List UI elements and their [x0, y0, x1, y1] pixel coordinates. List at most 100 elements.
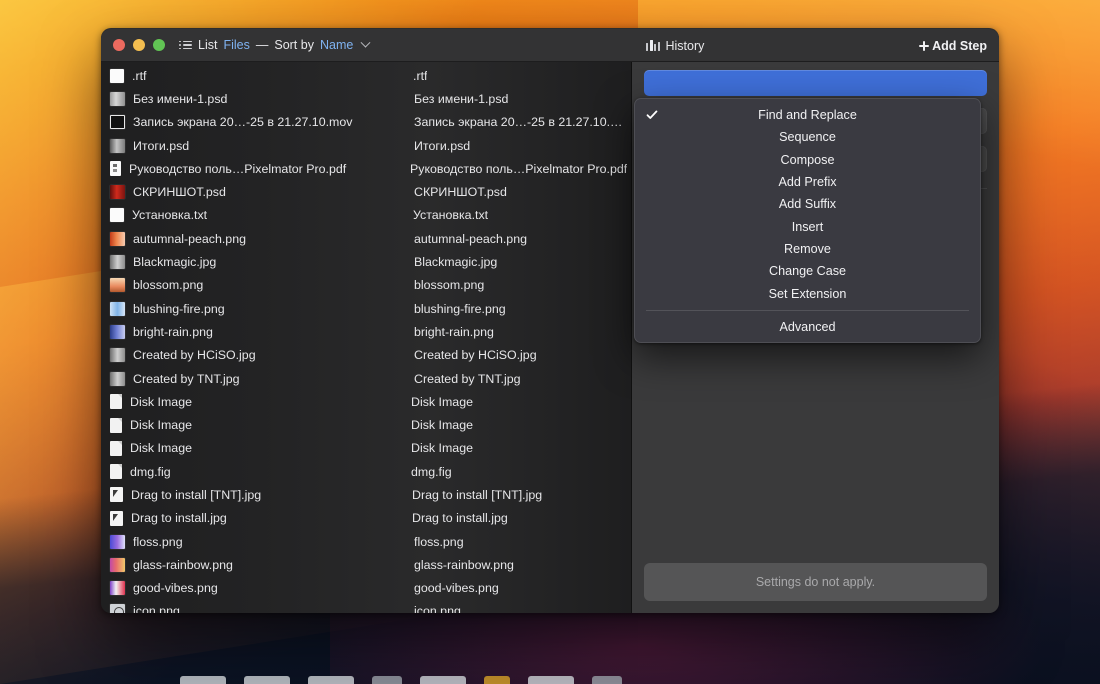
chevron-down-icon[interactable] — [361, 37, 371, 47]
file-row[interactable]: Disk ImageDisk Image — [101, 390, 631, 413]
menu-item-add-suffix[interactable]: Add Suffix — [635, 193, 980, 215]
menu-item-compose[interactable]: Compose — [635, 149, 980, 171]
file-list[interactable]: .rtf.rtfБез имени-1.psdБез имени-1.psdЗа… — [101, 62, 631, 613]
file-original-name: dmg.fig — [130, 465, 411, 479]
file-row[interactable]: Руководство поль…Pixelmator Pro.pdfРуков… — [101, 157, 631, 180]
file-renamed-name: blushing-fire.png — [414, 302, 506, 316]
title-sort-value[interactable]: Name — [320, 38, 353, 52]
menu-item-sequence[interactable]: Sequence — [635, 126, 980, 148]
file-row[interactable]: dmg.figdmg.fig — [101, 460, 631, 483]
file-row[interactable]: Created by HCiSO.jpgCreated by HCiSO.jpg — [101, 344, 631, 367]
file-row[interactable]: Blackmagic.jpgBlackmagic.jpg — [101, 250, 631, 273]
file-renamed-name: Created by HCiSO.jpg — [414, 348, 537, 362]
minimize-button[interactable] — [133, 39, 145, 51]
file-renamed-name: Установка.txt — [413, 208, 488, 222]
file-thumbnail-icon — [110, 464, 122, 479]
menu-item-remove[interactable]: Remove — [635, 238, 980, 260]
file-renamed-name: .rtf — [413, 69, 427, 83]
file-renamed-name: Drag to install.jpg — [412, 511, 508, 525]
dock-item[interactable] — [244, 676, 290, 684]
file-original-name: Created by HCiSO.jpg — [133, 348, 414, 362]
file-thumbnail-icon — [110, 372, 125, 386]
desktop: List Files — Sort by Name History Add St… — [0, 0, 1100, 684]
file-row[interactable]: blossom.pngblossom.png — [101, 274, 631, 297]
file-renamed-name: autumnal-peach.png — [414, 232, 527, 246]
dock-item[interactable] — [372, 676, 402, 684]
file-renamed-name: glass-rainbow.png — [414, 558, 514, 572]
file-row[interactable]: .rtf.rtf — [101, 64, 631, 87]
dock-item[interactable] — [180, 676, 226, 684]
file-row[interactable]: Без имени-1.psdБез имени-1.psd — [101, 87, 631, 110]
file-renamed-name: Запись экрана 20…-25 в 21.27.10.mov — [414, 115, 631, 129]
traffic-lights — [101, 39, 165, 51]
file-original-name: Disk Image — [130, 441, 411, 455]
title-list-label: List — [198, 38, 217, 52]
title-sort-label: Sort by — [274, 38, 314, 52]
dock-item[interactable] — [308, 676, 354, 684]
title-files-link[interactable]: Files — [223, 38, 249, 52]
file-row[interactable]: glass-rainbow.pngglass-rainbow.png — [101, 553, 631, 576]
menu-item-set-extension[interactable]: Set Extension — [635, 282, 980, 304]
step-type-popup-menu[interactable]: Find and Replace Sequence ComposeAdd Prefi… — [634, 98, 981, 343]
dock-item[interactable] — [420, 676, 466, 684]
add-step-button[interactable]: Add Step — [919, 39, 987, 53]
add-step-label: Add Step — [932, 39, 987, 53]
file-row[interactable]: Disk ImageDisk Image — [101, 437, 631, 460]
file-row[interactable]: blushing-fire.pngblushing-fire.png — [101, 297, 631, 320]
menu-item-label: Insert — [792, 220, 824, 234]
file-thumbnail-icon — [110, 511, 123, 526]
file-renamed-name: Disk Image — [411, 418, 473, 432]
file-thumbnail-icon — [110, 139, 125, 153]
file-row[interactable]: Disk ImageDisk Image — [101, 413, 631, 436]
file-renamed-name: СКРИНШОТ.psd — [414, 185, 507, 199]
file-row[interactable]: floss.pngfloss.png — [101, 530, 631, 553]
close-button[interactable] — [113, 39, 125, 51]
plus-icon — [919, 41, 929, 51]
file-row[interactable]: Drag to install [TNT].jpgDrag to install… — [101, 483, 631, 506]
file-original-name: Руководство поль…Pixelmator Pro.pdf — [129, 162, 410, 176]
step-type-select[interactable] — [644, 70, 987, 96]
file-row[interactable]: Запись экрана 20…-25 в 21.27.10.movЗапис… — [101, 111, 631, 134]
file-renamed-name: Итоги.psd — [414, 139, 470, 153]
file-thumbnail-icon — [110, 581, 125, 595]
file-original-name: good-vibes.png — [133, 581, 414, 595]
menu-item-advanced[interactable]: Advanced — [635, 316, 980, 338]
history-button[interactable]: History — [646, 39, 704, 53]
menu-divider — [646, 310, 969, 311]
file-thumbnail-icon — [110, 535, 125, 549]
file-row[interactable]: СКРИНШОТ.psdСКРИНШОТ.psd — [101, 180, 631, 203]
dock-item[interactable] — [592, 676, 622, 684]
menu-item-insert[interactable]: Insert — [635, 215, 980, 237]
file-row[interactable]: Установка.txtУстановка.txt — [101, 204, 631, 227]
file-row[interactable]: icon.pngicon.png — [101, 600, 631, 613]
file-thumbnail-icon — [110, 348, 125, 362]
file-row[interactable]: autumnal-peach.pngautumnal-peach.png — [101, 227, 631, 250]
menu-item-find-and-replace[interactable]: Find and Replace — [635, 104, 980, 126]
menu-item-add-prefix[interactable]: Add Prefix — [635, 171, 980, 193]
file-row[interactable]: bright-rain.pngbright-rain.png — [101, 320, 631, 343]
file-row[interactable]: Created by TNT.jpgCreated by TNT.jpg — [101, 367, 631, 390]
zoom-button[interactable] — [153, 39, 165, 51]
menu-item-change-case[interactable]: Change Case — [635, 260, 980, 282]
file-thumbnail-icon — [110, 418, 122, 433]
dock-item[interactable] — [484, 676, 510, 684]
file-renamed-name: Blackmagic.jpg — [414, 255, 497, 269]
file-row[interactable]: good-vibes.pnggood-vibes.png — [101, 577, 631, 600]
menu-item-label: Sequence — [779, 130, 836, 144]
file-thumbnail-icon — [110, 208, 124, 222]
file-renamed-name: good-vibes.png — [414, 581, 499, 595]
file-thumbnail-icon — [110, 255, 125, 269]
dock-item[interactable] — [528, 676, 574, 684]
file-renamed-name: Created by TNT.jpg — [414, 372, 521, 386]
file-renamed-name: blossom.png — [414, 278, 484, 292]
file-original-name: Created by TNT.jpg — [133, 372, 414, 386]
window-body: .rtf.rtfБез имени-1.psdБез имени-1.psdЗа… — [101, 62, 999, 613]
file-row[interactable]: Итоги.psdИтоги.psd — [101, 134, 631, 157]
file-row[interactable]: Drag to install.jpgDrag to install.jpg — [101, 507, 631, 530]
history-bars-icon — [646, 40, 660, 51]
file-renamed-name: bright-rain.png — [414, 325, 494, 339]
file-original-name: blossom.png — [133, 278, 414, 292]
file-original-name: bright-rain.png — [133, 325, 414, 339]
dock[interactable] — [180, 676, 900, 684]
menu-item-label: Add Suffix — [779, 197, 836, 211]
